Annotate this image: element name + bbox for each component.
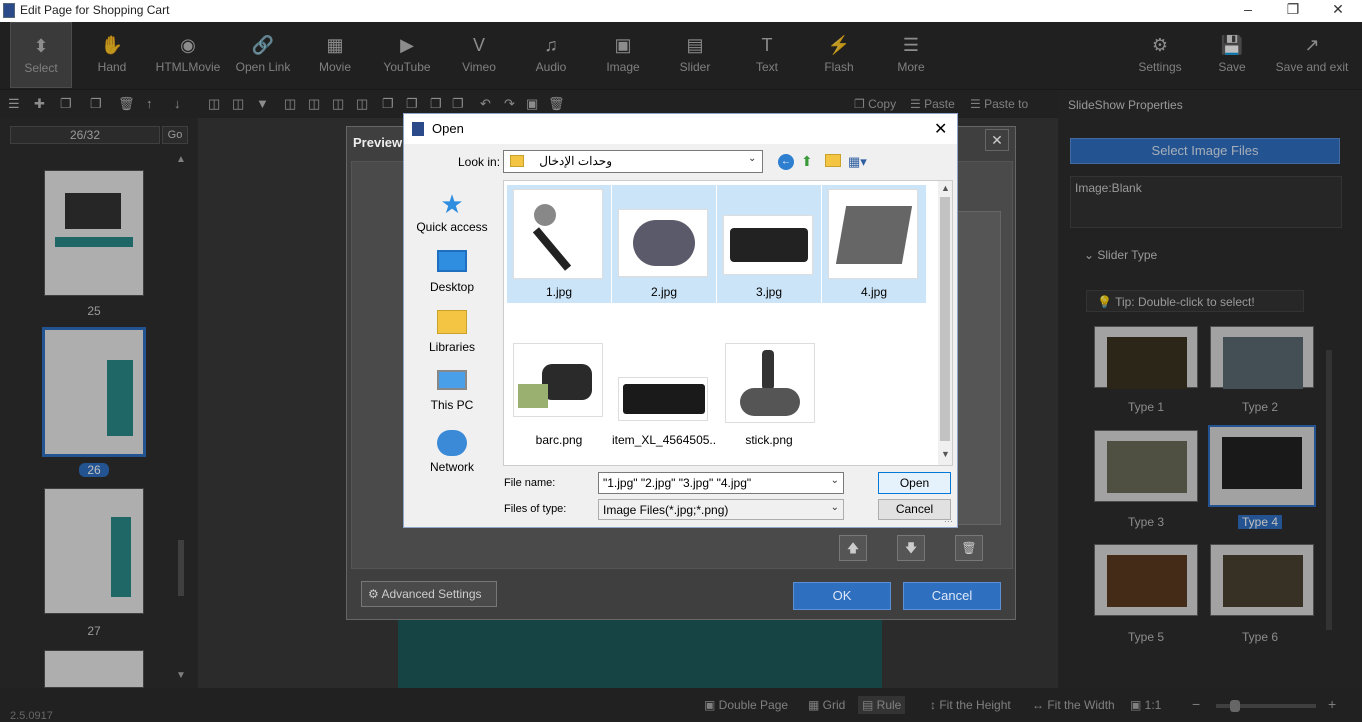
dialog-app-icon <box>412 122 424 136</box>
keyboard-thumbnail <box>618 377 708 421</box>
file-item[interactable]: 2.jpg <box>612 185 716 303</box>
scanner-thumbnail <box>828 189 918 279</box>
move-down-button[interactable]: 🡇 <box>897 535 925 561</box>
dialog-title: Open <box>432 121 464 136</box>
up-folder-icon[interactable]: ⬆ <box>801 153 813 170</box>
keyboard-thumbnail <box>723 215 813 275</box>
gear-icon: ⚙ <box>368 587 379 601</box>
nav-quick-access[interactable]: ★ Quick access <box>410 190 494 234</box>
folder-icon <box>510 155 524 167</box>
mouse-thumbnail <box>618 209 708 277</box>
back-icon[interactable]: ← <box>778 154 794 170</box>
file-item[interactable]: stick.png <box>717 333 821 451</box>
cancel-button[interactable]: Cancel <box>878 499 951 520</box>
file-name: 4.jpg <box>860 285 888 299</box>
close-icon[interactable]: ✕ <box>1318 1 1358 18</box>
nav-this-pc[interactable]: This PC <box>410 370 494 412</box>
preview-title: Preview <box>353 135 403 150</box>
ok-button[interactable]: OK <box>793 582 891 610</box>
look-in-value: وحدات الإدخال <box>539 154 612 168</box>
file-type-value: Image Files(*.jpg;*.png) <box>603 503 729 517</box>
nav-network[interactable]: Network <box>410 430 494 474</box>
delete-item-button[interactable]: 🗑 <box>955 535 983 561</box>
file-name-value: "1.jpg" "2.jpg" "3.jpg" "4.jpg" <box>603 476 752 490</box>
scroll-up-icon[interactable]: ▲ <box>941 183 950 193</box>
file-item[interactable]: item_XL_4564505... <box>612 333 716 451</box>
mouse-shape <box>633 220 695 266</box>
minimize-icon[interactable]: – <box>1228 1 1268 17</box>
hand-shape <box>542 364 592 400</box>
chevron-down-icon: ⌄ <box>830 475 839 486</box>
nav-label: Network <box>429 460 474 474</box>
nav-label: Quick access <box>416 220 488 234</box>
file-list: 1.jpg 2.jpg 3.jpg 4.jpg barc.png item_XL… <box>503 180 953 466</box>
file-item[interactable]: 3.jpg <box>717 185 821 303</box>
nav-desktop[interactable]: Desktop <box>410 250 494 294</box>
preview-close-button[interactable]: ✕ <box>985 129 1009 151</box>
file-name-label: File name: <box>504 477 556 489</box>
maximize-icon[interactable]: ❐ <box>1273 1 1313 18</box>
file-name: item_XL_4564505... <box>612 433 716 447</box>
microphone-handle <box>532 227 572 271</box>
file-name: stick.png <box>745 433 793 447</box>
microphone-shape <box>534 204 556 226</box>
scanner-shape <box>835 206 913 264</box>
file-item[interactable]: 1.jpg <box>507 185 611 303</box>
network-icon <box>437 430 467 456</box>
nav-label: Desktop <box>429 280 475 294</box>
barcode-scanner-thumbnail <box>513 343 603 417</box>
file-name: barc.png <box>535 433 583 447</box>
barcode-label <box>518 384 548 408</box>
file-name: 2.jpg <box>650 285 678 299</box>
file-item[interactable]: barc.png <box>507 333 611 451</box>
file-list-scrollbar[interactable]: ▲ ▼ <box>938 181 952 465</box>
file-name: 1.jpg <box>545 285 573 299</box>
joystick-base <box>740 388 800 416</box>
scroll-down-icon[interactable]: ▼ <box>941 449 950 459</box>
window-title-bar: Edit Page for Shopping Cart – ❐ ✕ <box>0 0 1362 22</box>
keyboard-shape <box>730 228 808 262</box>
scrollbar-thumb[interactable] <box>940 197 950 441</box>
view-menu-icon[interactable]: ▦▾ <box>848 154 867 170</box>
nav-label: Libraries <box>428 340 476 354</box>
chevron-down-icon: ⌄ <box>830 502 839 513</box>
joystick-stick <box>762 350 774 390</box>
file-name: 3.jpg <box>755 285 783 299</box>
chevron-down-icon: ⌄ <box>748 153 757 164</box>
look-in-select[interactable]: وحدات الإدخال ⌄ <box>503 150 763 173</box>
file-type-label: Files of type: <box>504 503 567 515</box>
advanced-label: Advanced Settings <box>381 587 482 601</box>
app-icon <box>3 3 15 18</box>
microphone-thumbnail <box>513 189 603 279</box>
keyboard-shape <box>623 384 705 414</box>
advanced-settings-button[interactable]: ⚙ Advanced Settings <box>361 581 497 607</box>
resize-grip-icon[interactable]: ⋯ <box>944 516 953 527</box>
nav-libraries[interactable]: Libraries <box>410 310 494 354</box>
libraries-icon <box>437 310 467 334</box>
look-in-label: Look in: <box>458 155 501 169</box>
nav-label: This PC <box>430 398 474 412</box>
joystick-thumbnail <box>725 343 815 423</box>
dialog-close-icon[interactable]: ✕ <box>934 119 947 139</box>
file-type-select[interactable]: Image Files(*.jpg;*.png) ⌄ <box>598 499 844 520</box>
file-item[interactable]: 4.jpg <box>822 185 926 303</box>
desktop-icon <box>437 250 467 272</box>
cancel-button[interactable]: Cancel <box>903 582 1001 610</box>
star-icon: ★ <box>440 189 464 219</box>
window-title: Edit Page for Shopping Cart <box>20 3 170 17</box>
open-button[interactable]: Open <box>878 472 951 494</box>
computer-icon <box>437 370 467 390</box>
dialog-title-bar <box>404 114 957 144</box>
new-folder-icon[interactable] <box>825 154 841 167</box>
open-file-dialog: Open ✕ Look in: وحدات الإدخال ⌄ ← ⬆ ▦▾ ★… <box>403 113 958 528</box>
file-name-input[interactable]: "1.jpg" "2.jpg" "3.jpg" "4.jpg" ⌄ <box>598 472 844 494</box>
move-up-button[interactable]: 🡅 <box>839 535 867 561</box>
